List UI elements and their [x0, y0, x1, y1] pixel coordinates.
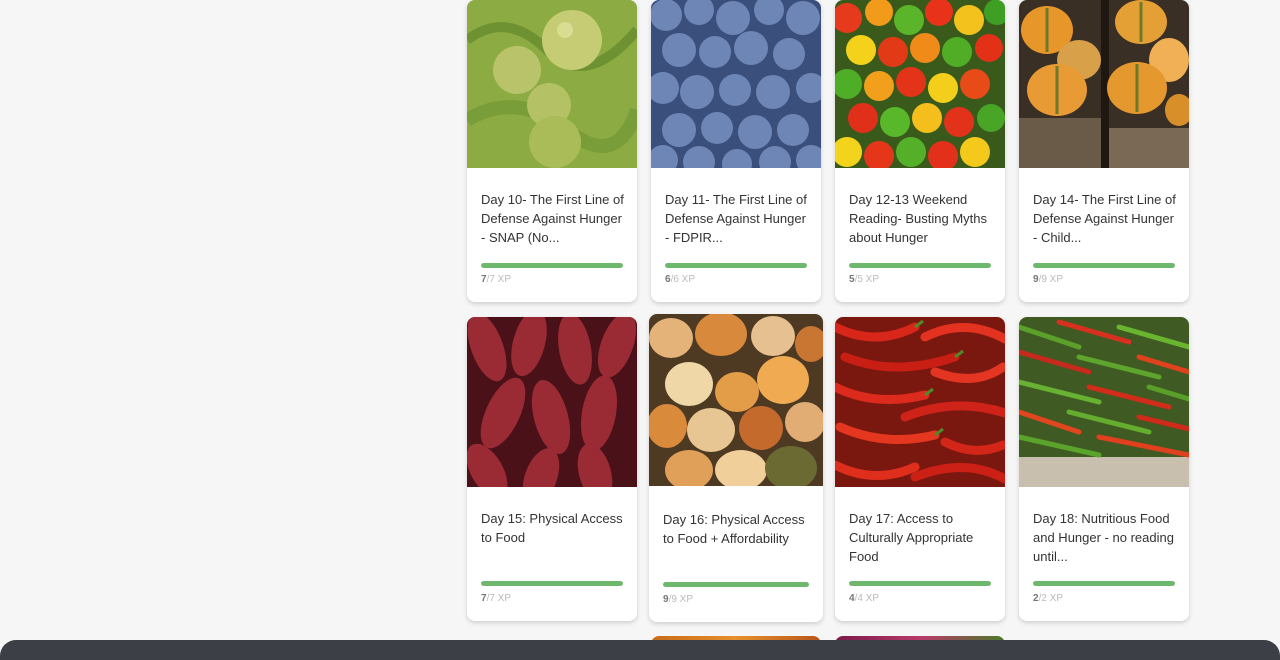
- lesson-title: Day 16: Physical Access to Food + Afford…: [663, 512, 805, 546]
- xp-count: 2/2 XP: [1033, 593, 1064, 604]
- progress-bar: [849, 263, 991, 268]
- lesson-card-day-11[interactable]: Day 11- The First Line of Defense Agains…: [651, 0, 821, 302]
- xp-count: 9/9 XP: [1033, 274, 1064, 285]
- squash-crates-image: [1019, 0, 1189, 168]
- lesson-title: Day 18: Nutritious Food and Hunger - no …: [1033, 511, 1174, 564]
- xp-count: 9/9 XP: [663, 594, 694, 605]
- lesson-title: Day 10- The First Line of Defense Agains…: [481, 192, 624, 245]
- lesson-title: Day 12-13 Weekend Reading- Busting Myths…: [849, 192, 988, 245]
- progress-bar: [1033, 263, 1175, 268]
- progress-bar: [481, 263, 623, 268]
- progress-bar: [849, 581, 991, 586]
- lesson-card-day-10[interactable]: Day 10- The First Line of Defense Agains…: [467, 0, 637, 302]
- xp-count: 7/7 XP: [481, 593, 512, 604]
- lesson-card-day-12-13[interactable]: Day 12-13 Weekend Reading- Busting Myths…: [835, 0, 1005, 302]
- xp-count: 7/7 XP: [481, 274, 512, 285]
- xp-count: 4/4 XP: [849, 593, 880, 604]
- green-apples-image: [467, 0, 637, 168]
- habanero-peppers-image: [835, 0, 1005, 168]
- lesson-card-day-18[interactable]: Day 18: Nutritious Food and Hunger - no …: [1019, 317, 1189, 621]
- lesson-card-day-15[interactable]: Day 15: Physical Access to Food 7/7 XP: [467, 317, 637, 621]
- lesson-card-day-17[interactable]: Day 17: Access to Culturally Appropriate…: [835, 317, 1005, 621]
- xp-count: 5/5 XP: [849, 274, 880, 285]
- pumpkins-image: [649, 314, 823, 486]
- lesson-title: Day 11- The First Line of Defense Agains…: [665, 192, 807, 245]
- bottom-toolbar[interactable]: [0, 640, 1280, 660]
- lesson-title: Day 14- The First Line of Defense Agains…: [1033, 192, 1176, 245]
- lesson-card-day-16[interactable]: Day 16: Physical Access to Food + Afford…: [649, 314, 823, 622]
- lesson-card-day-14[interactable]: Day 14- The First Line of Defense Agains…: [1019, 0, 1189, 302]
- progress-bar: [481, 581, 623, 586]
- red-chilies-image: [835, 317, 1005, 487]
- progress-bar: [663, 582, 809, 587]
- progress-bar: [665, 263, 807, 268]
- lesson-title: Day 15: Physical Access to Food: [481, 511, 623, 545]
- xp-count: 6/6 XP: [665, 274, 696, 285]
- progress-bar: [1033, 581, 1175, 586]
- lesson-title: Day 17: Access to Culturally Appropriate…: [849, 511, 974, 564]
- green-red-chilies-image: [1019, 317, 1189, 487]
- red-corn-image: [467, 317, 637, 487]
- blueberries-image: [651, 0, 821, 168]
